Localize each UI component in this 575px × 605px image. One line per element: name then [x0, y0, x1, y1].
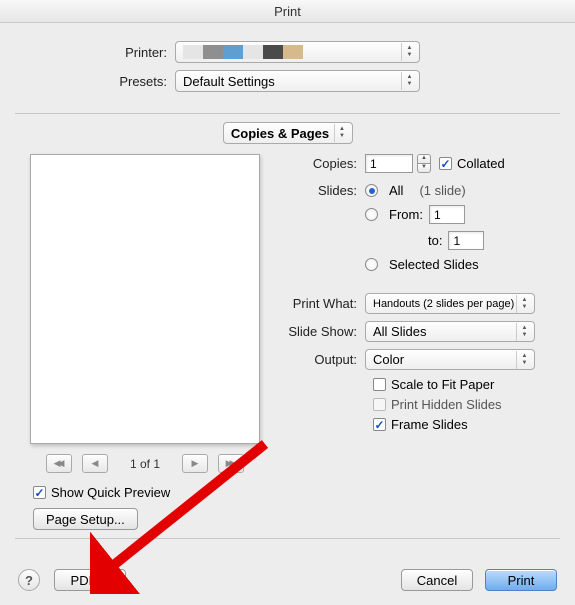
copies-stepper[interactable]: ▲▼ [417, 154, 431, 173]
slide-show-select[interactable]: All Slides [365, 321, 535, 342]
next-page-button[interactable]: ▶ [182, 454, 208, 473]
dropdown-arrows-icon [401, 43, 417, 61]
slides-from-label: From: [389, 207, 423, 222]
first-page-button[interactable]: ◀◀ [46, 454, 72, 473]
printer-select[interactable] [175, 41, 420, 63]
printer-value-swatch [183, 45, 303, 59]
print-what-label: Print What: [285, 296, 365, 311]
dropdown-arrows-icon [401, 72, 417, 90]
print-what-select[interactable]: Handouts (2 slides per page) [365, 293, 535, 314]
slides-from-input[interactable] [429, 205, 465, 224]
cancel-button[interactable]: Cancel [401, 569, 473, 591]
dropdown-arrows-icon [516, 351, 532, 369]
slide-count-hint: (1 slide) [419, 183, 465, 198]
section-value: Copies & Pages [231, 126, 329, 141]
presets-value: Default Settings [183, 74, 275, 89]
copies-input[interactable] [365, 154, 413, 173]
presets-label: Presets: [20, 74, 175, 89]
pdf-menu-button[interactable]: PDF▼ [54, 569, 126, 591]
output-label: Output: [285, 352, 365, 367]
print-hidden-checkbox [373, 398, 386, 411]
preview-thumbnail [30, 154, 260, 444]
window-title: Print [0, 0, 575, 23]
show-quick-preview-checkbox[interactable] [33, 486, 46, 499]
slides-selected-label: Selected Slides [389, 257, 479, 272]
slides-all-radio[interactable] [365, 184, 378, 197]
print-button[interactable]: Print [485, 569, 557, 591]
help-button[interactable]: ? [18, 569, 40, 591]
scale-to-fit-checkbox[interactable] [373, 378, 386, 391]
prev-page-button[interactable]: ◀ [82, 454, 108, 473]
divider [15, 113, 560, 114]
dropdown-arrows-icon [516, 295, 532, 313]
print-hidden-label: Print Hidden Slides [391, 397, 502, 412]
slides-label: Slides: [285, 183, 365, 198]
section-select[interactable]: Copies & Pages [223, 122, 353, 144]
caret-down-icon: ▼ [102, 576, 110, 585]
presets-select[interactable]: Default Settings [175, 70, 420, 92]
collated-checkbox[interactable] [439, 157, 452, 170]
slides-to-input[interactable] [448, 231, 484, 250]
output-select[interactable]: Color [365, 349, 535, 370]
show-quick-preview-label: Show Quick Preview [51, 485, 170, 500]
scale-to-fit-label: Scale to Fit Paper [391, 377, 494, 392]
frame-slides-checkbox[interactable] [373, 418, 386, 431]
printer-presets-section: Printer: Presets: Default Settings [0, 23, 575, 109]
collated-label: Collated [457, 156, 505, 171]
printer-label: Printer: [20, 45, 175, 60]
copies-label: Copies: [285, 156, 365, 171]
page-indicator: 1 of 1 [130, 457, 160, 471]
slides-selected-radio[interactable] [365, 258, 378, 271]
slides-all-label: All [389, 183, 403, 198]
print-what-value: Handouts (2 slides per page) [373, 298, 514, 310]
slide-show-label: Slide Show: [285, 324, 365, 339]
last-page-button[interactable]: ▶▶ [218, 454, 244, 473]
page-setup-button[interactable]: Page Setup... [33, 508, 138, 530]
slide-show-value: All Slides [373, 324, 426, 339]
dropdown-arrows-icon [334, 124, 350, 142]
output-value: Color [373, 352, 404, 367]
slides-to-label: to: [428, 233, 442, 248]
divider [15, 538, 560, 539]
frame-slides-label: Frame Slides [391, 417, 468, 432]
dropdown-arrows-icon [516, 323, 532, 341]
slides-from-radio[interactable] [365, 208, 378, 221]
